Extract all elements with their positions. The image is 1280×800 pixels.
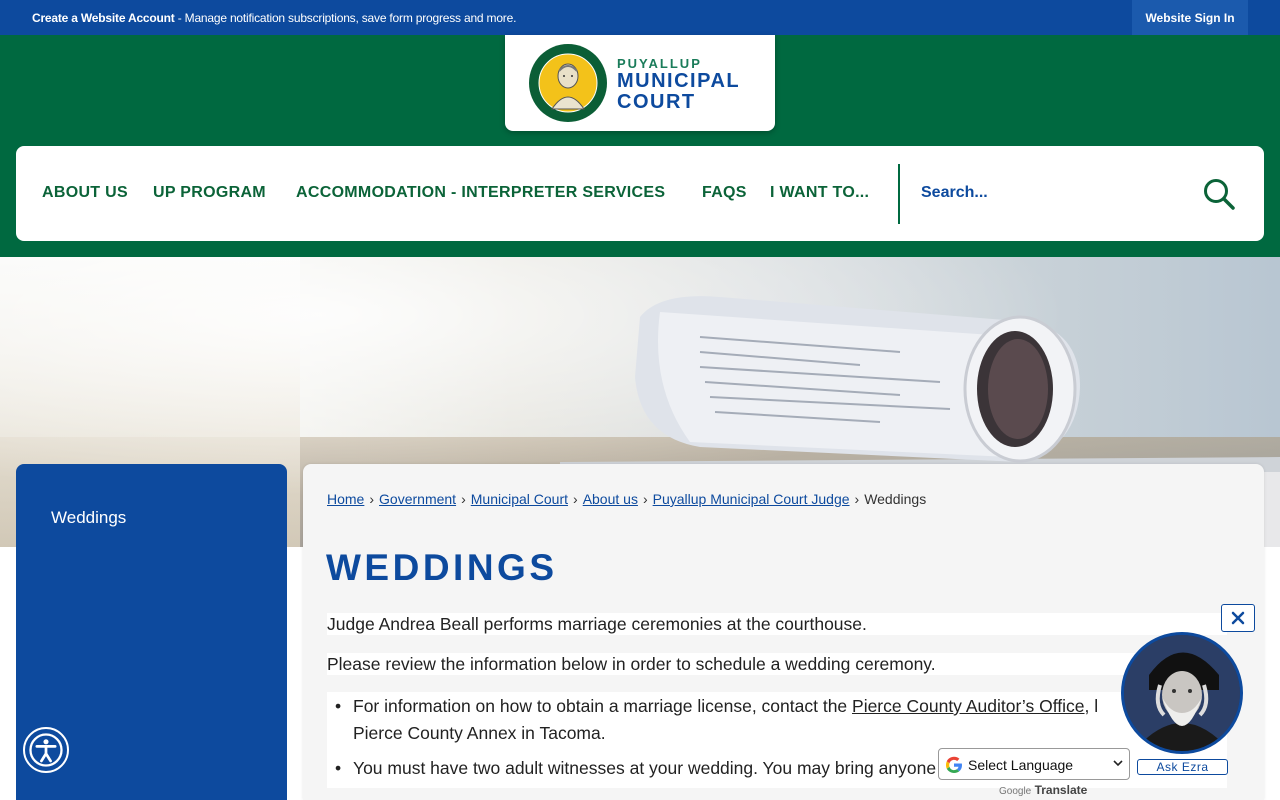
list-item: You must have two adult witnesses at you… [335,755,936,782]
sidebar-item-weddings[interactable]: Weddings [51,508,126,528]
accessibility-icon[interactable] [23,727,69,773]
instructions-paragraph: Please review the information below in o… [327,653,1227,675]
create-account-message[interactable]: Create a Website Account - Manage notifi… [32,11,516,25]
breadcrumb-home[interactable]: Home [327,491,364,507]
court-seal-icon [529,44,607,122]
breadcrumb-separator: › [369,491,375,507]
logo-line-court: COURT [617,91,696,113]
page-title: WEDDINGS [326,547,558,588]
list-item: For information on how to obtain a marri… [335,693,1213,747]
google-g-icon [946,756,962,773]
list-item-text: For information on how to obtain a marri… [353,696,853,716]
language-select-label: Select Language [968,757,1074,773]
pierce-county-auditor-link[interactable]: Pierce County Auditor’s Office [852,696,1084,716]
breadcrumb-about-us[interactable]: About us [583,491,638,507]
breadcrumb-municipal-court[interactable]: Municipal Court [471,491,568,507]
utility-bar: Create a Website Account - Manage notifi… [0,0,1280,35]
language-select[interactable]: Select Language [938,748,1130,780]
intro-paragraph: Judge Andrea Beall performs marriage cer… [327,613,1227,635]
nav-item-up-program[interactable]: UP PROGRAM [153,184,266,202]
create-account-description: - Manage notification subscriptions, sav… [174,11,517,25]
site-logo[interactable]: PUYALLUP MUNICIPAL COURT [505,35,775,131]
list-item-text: , l [1084,696,1099,716]
breadcrumb-separator: › [642,491,648,507]
main-navigation: ABOUT US UP PROGRAM ACCOMMODATION - INTE… [16,146,1264,241]
google-wordmark: Google [999,786,1032,797]
website-sign-in-button[interactable]: Website Sign In [1132,0,1248,35]
chatbot-avatar[interactable] [1121,632,1243,754]
nav-item-faqs[interactable]: FAQS [702,184,747,202]
chevron-down-icon [1113,760,1123,767]
nav-divider [898,164,900,224]
logo-line-municipal: MUNICIPAL [617,70,741,92]
breadcrumb-separator: › [854,491,860,507]
breadcrumb-separator: › [573,491,578,507]
search-icon[interactable] [1202,177,1236,211]
nav-item-about-us[interactable]: ABOUT US [42,184,128,202]
nav-item-i-want-to[interactable]: I WANT TO... [770,184,869,202]
breadcrumb-court-judge[interactable]: Puyallup Municipal Court Judge [653,491,850,507]
chatbot-close-button[interactable] [1221,604,1255,632]
breadcrumb: Home › Government › Municipal Court › About us… [327,491,926,507]
create-account-link[interactable]: Create a Website Account [32,11,175,25]
breadcrumb-current: Weddings [864,491,927,507]
breadcrumb-separator: › [461,491,466,507]
logo-line-puyallup: PUYALLUP [617,56,702,71]
ask-ezra-button[interactable]: Ask Ezra [1137,759,1228,775]
close-icon [1231,611,1245,625]
breadcrumb-government[interactable]: Government [379,491,456,507]
powered-by-google-translate[interactable]: Google Translate [999,783,1087,797]
assistant-portrait-icon [1124,635,1240,751]
list-item-text: Pierce County Annex in Tacoma. [353,723,606,743]
search-input[interactable] [912,168,1192,218]
translate-word: Translate [1034,783,1088,797]
nav-item-accommodation[interactable]: ACCOMMODATION - INTERPRETER SERVICES [296,184,665,202]
